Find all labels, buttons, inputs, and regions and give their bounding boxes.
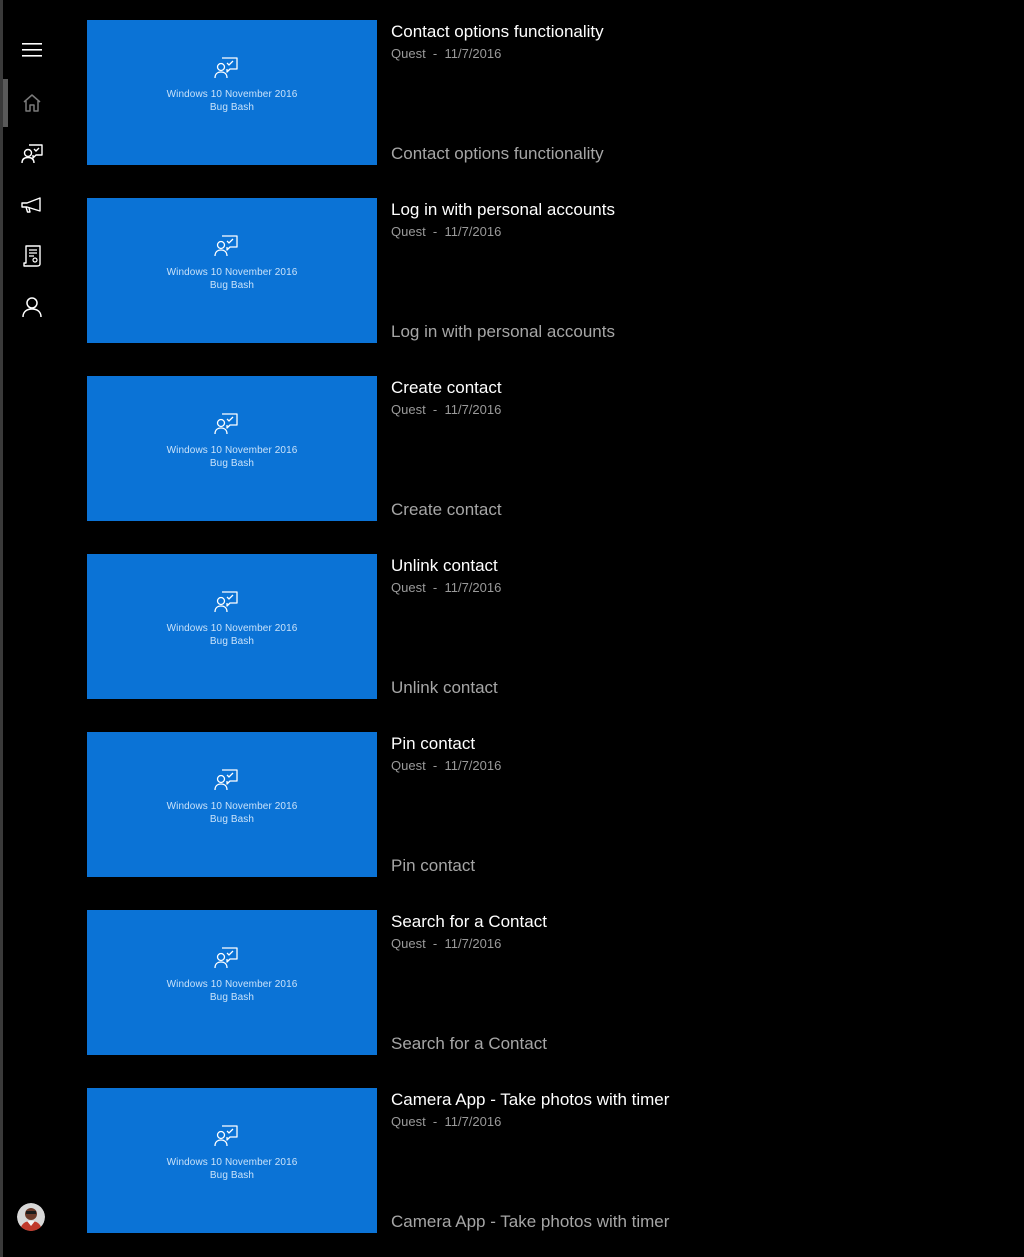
quest-description: Unlink contact <box>391 678 498 697</box>
quest-description: Pin contact <box>391 856 476 875</box>
quest-meta: Quest - 11/7/2016 <box>391 758 502 773</box>
quest-title: Create contact <box>391 378 502 397</box>
tile-event-subtitle: Bug Bash <box>209 458 255 469</box>
hamburger-menu-button[interactable] <box>3 26 60 74</box>
tile-event-name: Windows 10 November 2016 <box>166 1157 298 1168</box>
quest-tile[interactable]: Windows 10 November 2016 Bug Bash <box>87 910 377 1055</box>
tile-event-subtitle: Bug Bash <box>209 1170 255 1181</box>
quest-meta: Quest - 11/7/2016 <box>391 1114 502 1129</box>
quest-title: Contact options functionality <box>391 22 604 41</box>
quest-description: Search for a Contact <box>391 1034 547 1053</box>
quest-list-item[interactable]: Windows 10 November 2016 Bug Bash Pin co… <box>87 732 987 878</box>
quest-title: Search for a Contact <box>391 912 547 931</box>
navigation-sidebar <box>3 0 60 1257</box>
quest-title: Log in with personal accounts <box>391 200 615 219</box>
quest-tile[interactable]: Windows 10 November 2016 Bug Bash <box>87 1088 377 1233</box>
quest-title: Unlink contact <box>391 556 498 575</box>
tile-event-subtitle: Bug Bash <box>209 102 255 113</box>
tile-event-subtitle: Bug Bash <box>209 280 255 291</box>
quest-list-item[interactable]: Windows 10 November 2016 Bug Bash Search… <box>87 910 987 1056</box>
quest-feedback-icon <box>214 235 238 257</box>
megaphone-icon <box>20 197 41 213</box>
quest-title: Camera App - Take photos with timer <box>391 1090 670 1109</box>
tile-event-subtitle: Bug Bash <box>209 814 255 825</box>
tile-event-name: Windows 10 November 2016 <box>166 89 298 100</box>
home-icon <box>23 94 40 112</box>
quest-tile[interactable]: Windows 10 November 2016 Bug Bash <box>87 20 377 165</box>
quest-list-item[interactable]: Windows 10 November 2016 Bug Bash Unlink… <box>87 554 987 700</box>
quest-meta: Quest - 11/7/2016 <box>391 224 502 239</box>
nav-announcements-button[interactable] <box>3 181 60 229</box>
tile-event-name: Windows 10 November 2016 <box>166 267 298 278</box>
quest-description: Contact options functionality <box>391 144 604 163</box>
quest-feedback-icon <box>214 947 238 969</box>
quest-tile[interactable]: Windows 10 November 2016 Bug Bash <box>87 198 377 343</box>
tile-event-subtitle: Bug Bash <box>209 636 255 647</box>
quest-feedback-icon <box>20 144 43 164</box>
quest-list-item[interactable]: Windows 10 November 2016 Bug Bash Create… <box>87 376 987 522</box>
nav-home-button[interactable] <box>3 79 60 127</box>
quest-list-item[interactable]: Windows 10 November 2016 Bug Bash Log in… <box>87 198 987 344</box>
quest-feedback-icon <box>214 57 238 79</box>
quest-meta: Quest - 11/7/2016 <box>391 580 502 595</box>
quest-meta: Quest - 11/7/2016 <box>391 402 502 417</box>
hamburger-menu-icon <box>21 43 42 57</box>
quest-feedback-icon <box>214 413 238 435</box>
quest-description: Create contact <box>391 500 502 519</box>
user-avatar[interactable] <box>17 1203 45 1231</box>
document-badge-icon <box>22 245 41 267</box>
tile-event-name: Windows 10 November 2016 <box>166 623 298 634</box>
quest-description: Log in with personal accounts <box>391 322 615 341</box>
tile-event-name: Windows 10 November 2016 <box>166 445 298 456</box>
quest-list: Windows 10 November 2016 Bug Bash Contac… <box>87 20 987 1257</box>
quest-feedback-icon <box>214 591 238 613</box>
quest-title: Pin contact <box>391 734 476 753</box>
avatar-photo-icon <box>17 1203 45 1231</box>
quest-list-item[interactable]: Windows 10 November 2016 Bug Bash Contac… <box>87 20 987 166</box>
nav-profile-button[interactable] <box>3 283 60 331</box>
quest-tile[interactable]: Windows 10 November 2016 Bug Bash <box>87 554 377 699</box>
tile-event-name: Windows 10 November 2016 <box>166 801 298 812</box>
quest-tile[interactable]: Windows 10 November 2016 Bug Bash <box>87 732 377 877</box>
quest-tile[interactable]: Windows 10 November 2016 Bug Bash <box>87 376 377 521</box>
nav-achievements-button[interactable] <box>3 232 60 280</box>
nav-quests-button[interactable] <box>3 130 60 178</box>
quest-feedback-icon <box>214 1125 238 1147</box>
feedback-hub-window: Windows 10 November 2016 Bug Bash Contac… <box>0 0 1024 1257</box>
quest-list-item[interactable]: Windows 10 November 2016 Bug Bash Camera… <box>87 1088 987 1234</box>
quest-meta: Quest - 11/7/2016 <box>391 46 502 61</box>
quest-meta: Quest - 11/7/2016 <box>391 936 502 951</box>
quest-description: Camera App - Take photos with timer <box>391 1212 670 1231</box>
person-icon <box>21 297 42 318</box>
tile-event-subtitle: Bug Bash <box>209 992 255 1003</box>
tile-event-name: Windows 10 November 2016 <box>166 979 298 990</box>
quest-feedback-icon <box>214 769 238 791</box>
